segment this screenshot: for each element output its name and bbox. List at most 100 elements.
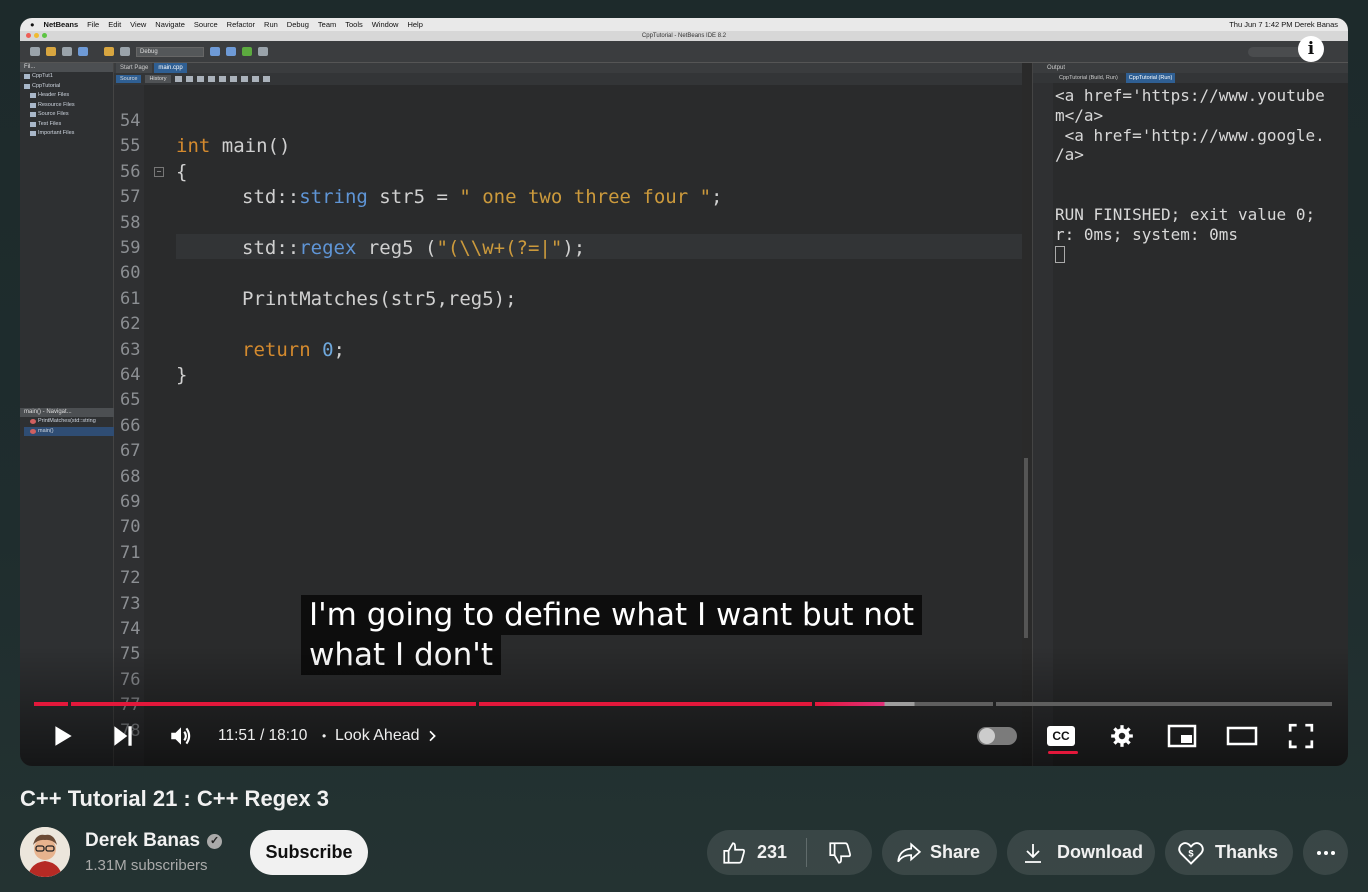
folder-icon	[30, 112, 36, 118]
menu-netbeans: NetBeans	[43, 20, 79, 29]
editor-tool-icon	[251, 76, 259, 82]
output-line: RUN FINISHED; exit value 0;	[1055, 204, 1316, 224]
menu-navigate: Navigate	[155, 20, 185, 29]
chevron-right-icon	[428, 730, 436, 742]
undo-icon	[104, 47, 114, 56]
line-number: 60	[120, 263, 141, 284]
like-count: 231	[757, 842, 788, 862]
miniplayer-icon	[1167, 724, 1197, 748]
download-icon	[1025, 843, 1041, 863]
line-number: 66	[120, 415, 141, 436]
tree-item: CppTut1	[24, 72, 113, 82]
next-icon	[114, 726, 132, 746]
avatar-image	[20, 827, 70, 877]
menu-source: Source	[193, 20, 218, 29]
subscribe-button[interactable]: Subscribe	[250, 830, 368, 875]
line-number: 55	[120, 136, 141, 157]
theater-icon	[1226, 726, 1258, 746]
theater-mode-button[interactable]	[1226, 718, 1258, 754]
menu-file: File	[87, 20, 100, 29]
autoplay-toggle[interactable]	[977, 727, 1017, 745]
line-number: 67	[120, 441, 141, 462]
share-button[interactable]: Share	[882, 830, 997, 875]
folder-icon	[30, 131, 36, 137]
progress-chapter-5[interactable]	[996, 702, 1332, 706]
dislike-button[interactable]	[807, 840, 872, 866]
captions-active-bar	[1048, 751, 1078, 754]
more-actions-button[interactable]	[1303, 830, 1348, 875]
editor-tool-icon	[229, 76, 237, 82]
line-number: 70	[120, 517, 141, 538]
editor-tool-icon	[262, 76, 270, 82]
minimize-dot-icon	[34, 33, 39, 38]
thanks-icon: $	[1178, 841, 1204, 865]
ide-toolbar: Debug	[20, 41, 1348, 63]
volume-button[interactable]	[168, 718, 194, 754]
tree-item: Resource Files	[24, 101, 113, 111]
cursor-icon	[1055, 246, 1065, 264]
tree-item: Important Files	[24, 129, 113, 139]
share-label: Share	[930, 842, 981, 862]
history-tab: History	[145, 75, 171, 83]
line-number: 54	[120, 111, 141, 131]
next-button[interactable]	[110, 718, 136, 754]
settings-button[interactable]	[1109, 718, 1135, 754]
code-line-63: return 0;	[242, 339, 345, 361]
project-tree: CppTut1 CppTutorial Header Files Resourc…	[20, 72, 113, 139]
autoplay-knob	[979, 728, 995, 744]
line-number: 61	[120, 288, 141, 309]
progress-chapter-4[interactable]	[815, 702, 993, 706]
output-subtab-run: CppTutorial (Run)	[1125, 73, 1176, 83]
thumbs-up-icon	[723, 841, 745, 864]
line-number: 68	[120, 466, 141, 487]
channel-name[interactable]: Derek Banas ✓	[85, 830, 223, 852]
more-horizontal-icon	[1316, 850, 1335, 855]
output-line: <a href='https://www.youtube	[1055, 86, 1325, 105]
output-subtab-build-run: CppTutorial (Build, Run)	[1059, 75, 1118, 81]
editor-tool-icon	[207, 76, 215, 82]
line-number: 69	[120, 492, 141, 512]
folder-icon	[30, 121, 36, 127]
caption-line-1: I'm going to define what I want but not	[301, 595, 923, 635]
captions-button[interactable]: CC	[1047, 718, 1075, 754]
new-file-icon	[46, 47, 56, 56]
progress-chapter-2[interactable]	[71, 702, 476, 706]
cc-icon: CC	[1047, 726, 1075, 746]
build-icon	[210, 47, 220, 56]
code-line-64: }	[176, 364, 188, 386]
miniplayer-button[interactable]	[1167, 718, 1197, 754]
chapter-label: Look Ahead	[335, 727, 420, 744]
channel-name-label[interactable]: Derek Banas	[85, 830, 200, 852]
output-line: <a href='http://www.google.	[1055, 125, 1325, 145]
fullscreen-button[interactable]	[1288, 718, 1314, 754]
editor-tool-icon	[185, 76, 193, 82]
chapter-title[interactable]: Look Ahead	[335, 718, 440, 754]
volume-icon	[171, 727, 191, 745]
window-title: CppTutorial - NetBeans IDE 8.2	[641, 33, 727, 39]
output-line: /a>	[1055, 145, 1084, 165]
menu-status: Thu Jun 7 1:42 PM Derek Banas	[1229, 20, 1338, 29]
like-button[interactable]: 231	[707, 838, 807, 867]
code-line-55: int main()	[176, 135, 291, 157]
progress-chapter-1[interactable]	[34, 702, 68, 706]
line-number: 64	[120, 365, 141, 385]
folder-icon	[30, 102, 36, 108]
thumbs-down-icon	[828, 841, 851, 864]
progress-chapter-3[interactable]	[479, 702, 812, 706]
video-player[interactable]: ● NetBeans File Edit View Navigate Sourc…	[20, 18, 1348, 766]
window-controls	[26, 33, 47, 38]
download-button[interactable]: Download	[1007, 830, 1155, 875]
fold-icon: −	[154, 167, 164, 177]
verified-icon: ✓	[207, 833, 223, 849]
editor-toolbar: Source History	[114, 73, 1022, 85]
info-icon[interactable]: i	[1298, 36, 1324, 62]
redo-icon	[120, 47, 130, 56]
output-text: <a href='https://www.youtube m</a> <a hre…	[1055, 86, 1325, 264]
progress-bar[interactable]	[34, 702, 1332, 706]
thanks-button[interactable]: $ Thanks	[1165, 830, 1293, 875]
line-number: 63	[120, 339, 141, 360]
line-number: 57	[120, 187, 141, 208]
menu-team: Team	[317, 20, 337, 29]
channel-avatar[interactable]	[20, 827, 70, 877]
play-button[interactable]	[50, 718, 76, 754]
